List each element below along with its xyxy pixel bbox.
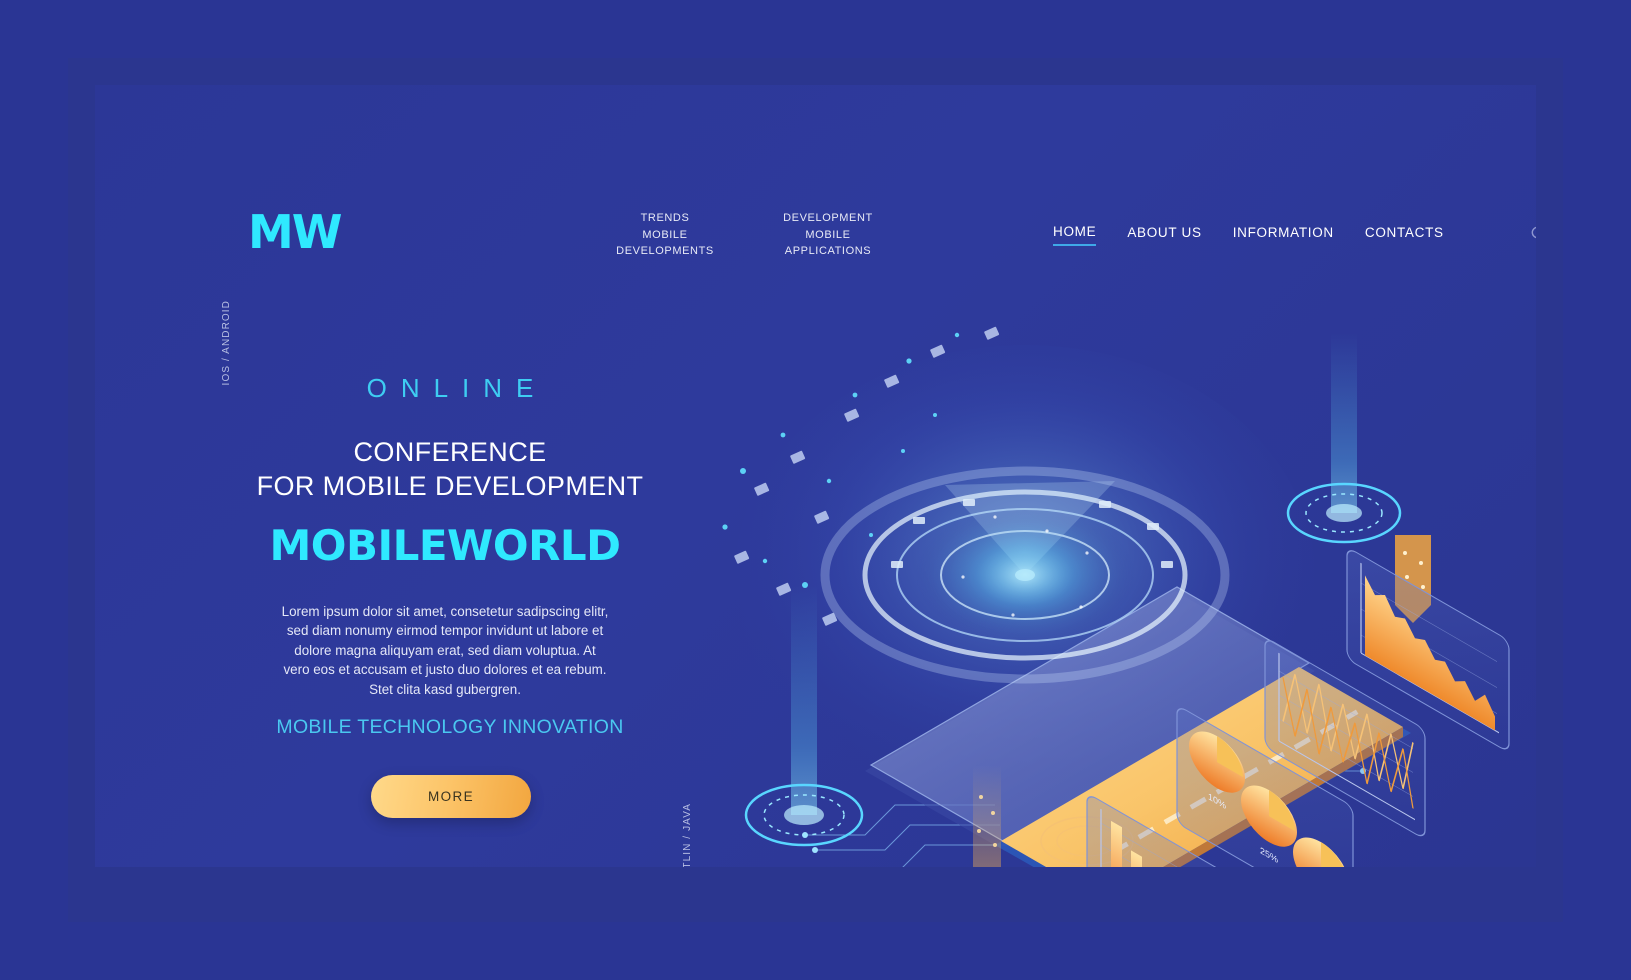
- vertical-label-platforms: IOS / ANDROID: [221, 300, 232, 386]
- hero-heading: CONFERENCE FOR MOBILE DEVELOPMENT: [255, 435, 645, 503]
- main-navigation: HOME ABOUT US INFORMATION CONTACTS: [1053, 224, 1444, 246]
- hero-paragraph: Lorem ipsum dolor sit amet, consetetur s…: [281, 604, 609, 697]
- header-tagline-line: MOBILE: [642, 228, 688, 241]
- nav-item-information[interactable]: INFORMATION: [1233, 225, 1334, 245]
- hero-tagline: MOBILE TECHNOLOGY INNOVATION: [276, 716, 624, 738]
- header-tagline-trends: TRENDS MOBILE DEVELOPMENTS: [585, 210, 745, 260]
- header-tagline-line: DEVELOPMENT: [783, 212, 873, 224]
- nav-item-about-us[interactable]: ABOUT US: [1127, 225, 1201, 245]
- header-tagline-line: TRENDS: [640, 212, 690, 224]
- radar-core-glow: [915, 505, 1135, 645]
- hero-panel: 10% 25% 35%: [95, 85, 1536, 867]
- header-tagline-line: APPLICATIONS: [784, 245, 872, 257]
- header-tagline-line: MOBILE: [805, 228, 851, 241]
- logo[interactable]: MW: [248, 209, 343, 255]
- light-beam-topright: [1286, 333, 1402, 544]
- nav-item-home[interactable]: HOME: [1053, 224, 1097, 246]
- vertical-label-languages: SWIFT / KOTLIN / JAVA: [682, 803, 693, 867]
- more-button[interactable]: MORE: [371, 775, 531, 818]
- search-icon[interactable]: [1530, 225, 1536, 243]
- hero-brand-title: MOBILEWORLD: [269, 521, 621, 570]
- header-tagline-line: DEVELOPMENTS: [616, 245, 714, 257]
- hero-kicker: ONLINE: [366, 373, 548, 403]
- isometric-illustration: 10% 25% 35%: [695, 285, 1536, 867]
- nav-item-contacts[interactable]: CONTACTS: [1365, 225, 1444, 245]
- header-tagline-development: DEVELOPMENT MOBILE APPLICATIONS: [748, 210, 908, 260]
- hero-heading-line2: FOR MOBILE DEVELOPMENT: [256, 471, 644, 501]
- hero-heading-line1: CONFERENCE: [353, 437, 547, 467]
